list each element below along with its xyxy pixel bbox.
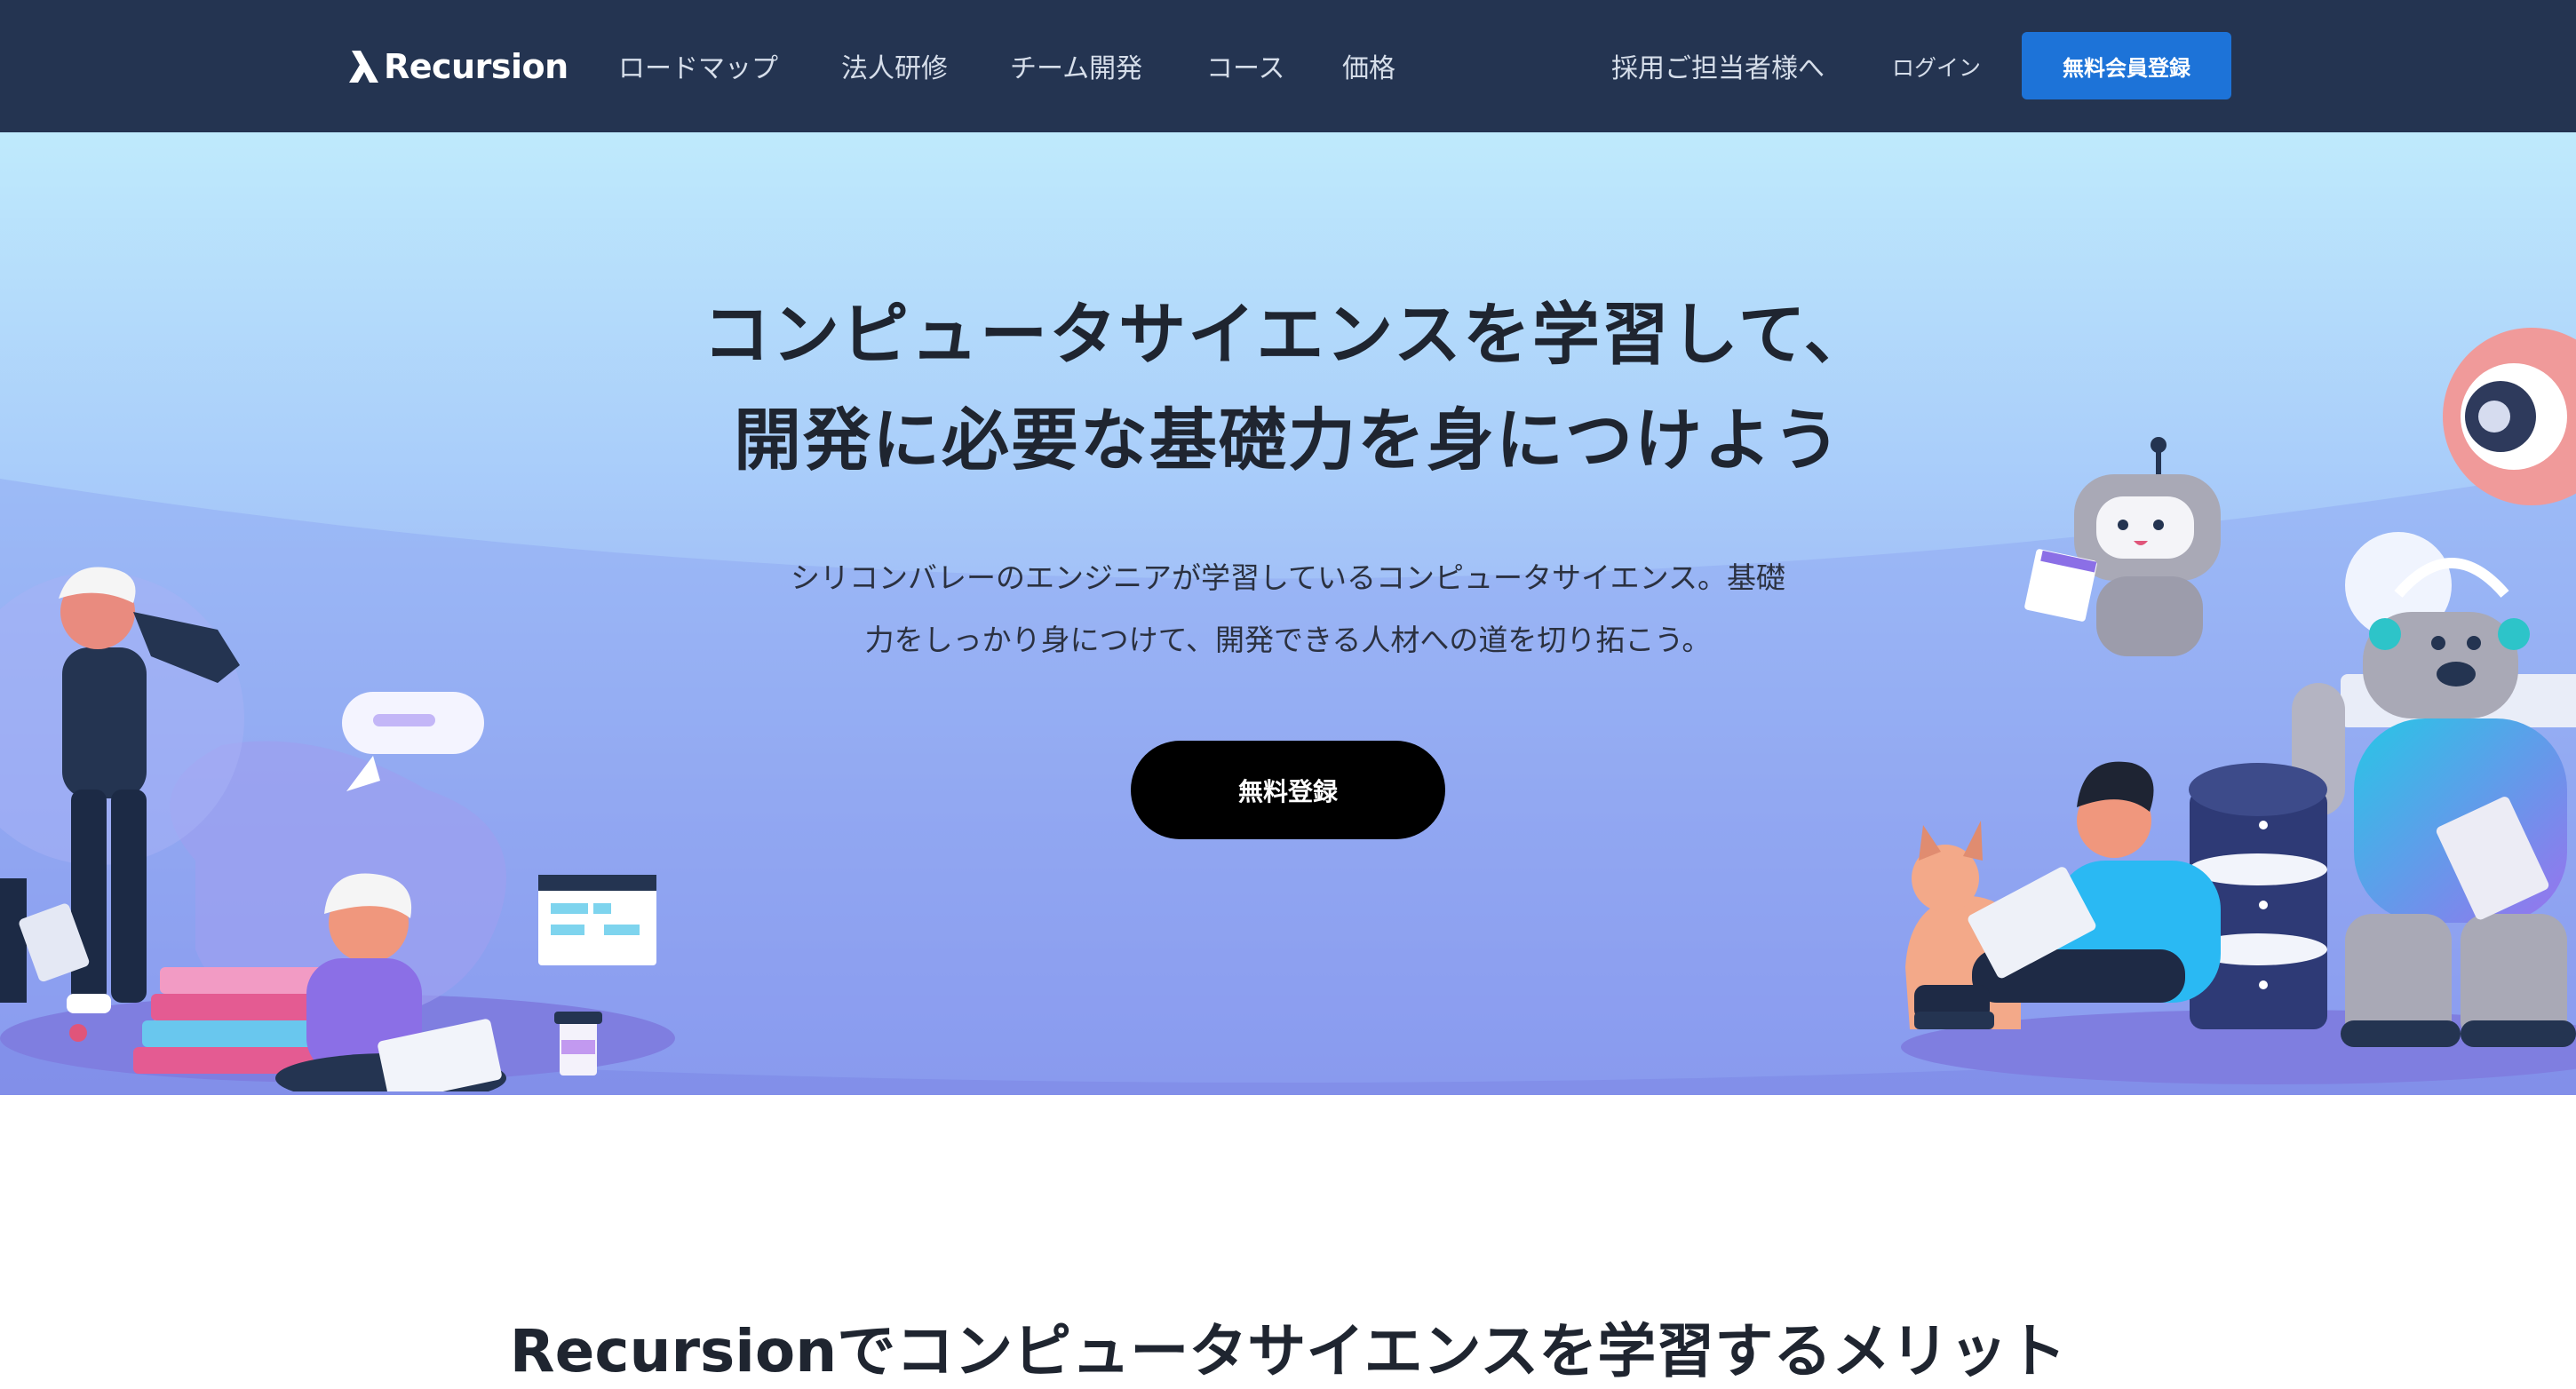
- nav-courses[interactable]: コース: [1206, 46, 1285, 85]
- lambda-icon: [349, 51, 378, 83]
- top-navigation-bar: Recursion ロードマップ 法人研修 チーム開発 コース 価格 採用ご担当…: [0, 0, 2576, 132]
- free-registration-button[interactable]: 無料登録: [1131, 741, 1445, 839]
- login-link[interactable]: ログイン: [1892, 51, 1981, 83]
- hero-subtitle-line-2: 力をしっかり身につけて、開発できる人材への道を切り拓こう。: [864, 623, 1712, 657]
- nav-roadmap[interactable]: ロードマップ: [618, 46, 778, 85]
- free-signup-button[interactable]: 無料会員登録: [2022, 32, 2231, 99]
- hero-subtitle-line-1: シリコンバレーのエンジニアが学習しているコンピュータサイエンス。基礎: [790, 560, 1786, 595]
- hero-title-line-1: コンピュータサイエンスを学習して、: [703, 295, 1873, 374]
- benefits-section-title: Recursionでコンピュータサイエンスを学習するメリット: [509, 1317, 2067, 1385]
- left-people-illustration: [0, 567, 675, 1091]
- nav-pricing[interactable]: 価格: [1342, 46, 1395, 85]
- hero-section: コンピュータサイエンスを学習して、 開発に必要な基礎力を身につけよう シリコンバ…: [0, 132, 2576, 1095]
- nav-for-recruiters[interactable]: 採用ご担当者様へ: [1611, 46, 1825, 85]
- hero-title-line-2: 開発に必要な基礎力を身につけよう: [734, 401, 1842, 480]
- nav-team-development[interactable]: チーム開発: [1010, 46, 1142, 85]
- nav-corporate-training[interactable]: 法人研修: [841, 46, 948, 85]
- logo-text: Recursion: [384, 47, 568, 86]
- recursion-logo[interactable]: Recursion: [348, 44, 568, 89]
